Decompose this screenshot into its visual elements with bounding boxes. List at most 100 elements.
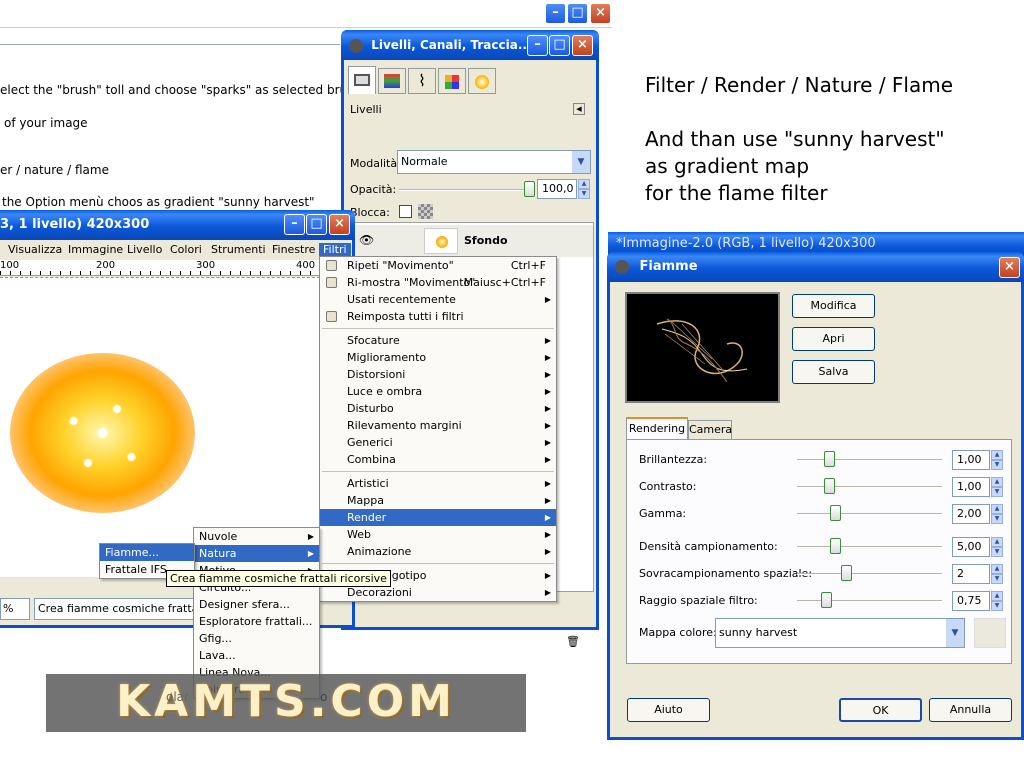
param-spin-buttons[interactable]: ▲ ▼ (991, 504, 1003, 524)
menu-item[interactable]: Ri-mostra "Movimento" Maiusc+Ctrl+F (320, 274, 556, 291)
maximize-icon[interactable]: □ (567, 3, 588, 24)
param-spin-buttons[interactable]: ▲ ▼ (991, 591, 1003, 611)
zoom-select[interactable]: % (0, 598, 30, 620)
menubar-item[interactable]: Colori (170, 243, 202, 256)
layers-close-icon[interactable]: × (572, 35, 593, 56)
opacity-spin-buttons[interactable]: ▲ ▼ (578, 179, 590, 199)
palette-tab-icon[interactable] (438, 68, 466, 94)
menu-item[interactable]: Usati recentemente ▶ (320, 291, 556, 308)
opacity-slider[interactable] (399, 189, 529, 191)
ok-button[interactable]: OK (839, 698, 922, 722)
param-input[interactable]: 2 (952, 564, 990, 584)
eye-icon[interactable]: 👁 (359, 233, 374, 247)
param-slider-thumb[interactable] (821, 592, 832, 608)
param-spin-buttons[interactable]: ▲ ▼ (991, 450, 1003, 470)
param-input[interactable]: 0,75 (952, 591, 990, 611)
flame-close-icon[interactable]: × (999, 257, 1020, 278)
menu-item[interactable]: Designer sfera... (194, 596, 319, 613)
menu-item[interactable]: Render ▶ (320, 509, 556, 526)
param-slider-thumb[interactable] (823, 451, 835, 467)
menu-item[interactable]: Natura ▶ (194, 545, 319, 562)
param-spin-buttons[interactable]: ▲ ▼ (991, 477, 1003, 497)
layer-row[interactable]: 👁 Sfondo (349, 225, 593, 257)
param-slider[interactable] (797, 513, 942, 515)
menu-item[interactable]: Animazione ▶ (320, 543, 556, 560)
save-button[interactable]: Salva (792, 360, 875, 384)
lock-alpha-checkbox[interactable] (399, 205, 412, 218)
menu-item[interactable]: Disturbo ▶ (320, 400, 556, 417)
paths-tab-icon[interactable]: ⌇ (408, 68, 436, 94)
trash-icon[interactable]: 🗑 (566, 635, 588, 655)
menubar-item[interactable]: Livello (127, 243, 162, 256)
brush-tab-icon[interactable] (468, 68, 496, 94)
menu-item[interactable]: Lava... (194, 647, 319, 664)
menu-item[interactable]: Combina ▶ (320, 451, 556, 468)
mode-select-value: Normale (401, 155, 448, 168)
param-label: Contrasto: (639, 480, 697, 493)
menu-item[interactable]: Fiamme... (100, 544, 194, 561)
browser-divider (0, 44, 340, 45)
param-input[interactable]: 1,00 (952, 450, 990, 470)
layers-tab-icon[interactable] (348, 66, 376, 94)
menu-item[interactable]: Rilevamento margini ▶ (320, 417, 556, 434)
tab-rendering[interactable]: Rendering (626, 417, 688, 439)
open-button[interactable]: Apri (792, 327, 875, 351)
menu-item[interactable]: Reimposta tutti i filtri (320, 308, 556, 325)
menu-item[interactable]: Esploratore frattali... (194, 613, 319, 630)
tab-camera[interactable]: Camera (688, 420, 732, 439)
menubar-item[interactable]: Filtri (319, 243, 351, 256)
help-button[interactable]: Aiuto (627, 698, 710, 722)
param-input[interactable]: 1,00 (952, 477, 990, 497)
watermark-logo: KAMTS.COM (116, 676, 456, 727)
menubar-item[interactable]: Finestre (272, 243, 315, 256)
menu-item[interactable]: Distorsioni ▶ (320, 366, 556, 383)
menu-item[interactable]: Ripeti "Movimento" Ctrl+F (320, 257, 556, 274)
param-slider[interactable] (797, 573, 942, 575)
cancel-button[interactable]: Annulla (929, 698, 1012, 722)
mode-select[interactable]: Normale ▼ (397, 150, 591, 174)
param-slider-thumb[interactable] (823, 478, 835, 494)
menu-item[interactable]: Luce e ombra ▶ (320, 383, 556, 400)
menubar-item[interactable]: Immagine (68, 243, 123, 256)
menu-item[interactable]: Generici ▶ (320, 434, 556, 451)
collapse-icon[interactable]: ◀ (573, 103, 585, 115)
menu-item[interactable]: Gfig... (194, 630, 319, 647)
menubar-item[interactable]: Strumenti (211, 243, 266, 256)
param-slider-thumb[interactable] (829, 538, 841, 554)
param-slider[interactable] (797, 459, 942, 461)
param-slider-thumb[interactable] (841, 565, 853, 581)
horizontal-ruler: 100 200 300 400 (0, 260, 320, 276)
menu-item[interactable]: Miglioramento ▶ (320, 349, 556, 366)
image-minimize-icon[interactable]: – (284, 214, 305, 235)
colormap-select[interactable]: sunny harvest ▼ (715, 618, 965, 648)
menu-item-label: Decorazioni (347, 586, 412, 599)
close-icon[interactable]: × (590, 3, 611, 24)
minimize-icon[interactable]: – (545, 3, 566, 24)
submenu-arrow-icon: ▶ (544, 421, 551, 430)
menu-item[interactable]: Sfocature ▶ (320, 332, 556, 349)
menu-item[interactable]: Artistici ▶ (320, 475, 556, 492)
param-slider[interactable] (797, 546, 942, 548)
layers-maximize-icon[interactable]: □ (549, 35, 570, 56)
menu-item[interactable]: Web ▶ (320, 526, 556, 543)
submenu-arrow-icon: ▶ (544, 455, 551, 464)
channels-tab-icon[interactable] (378, 68, 406, 94)
param-slider[interactable] (797, 486, 942, 488)
opacity-input[interactable]: 100,0 (537, 179, 577, 199)
param-slider-thumb[interactable] (829, 505, 841, 521)
edit-button[interactable]: Modifica (792, 294, 875, 318)
image-maximize-icon[interactable]: □ (306, 214, 327, 235)
menu-item[interactable]: Mappa ▶ (320, 492, 556, 509)
image-close-icon[interactable]: × (329, 214, 350, 235)
param-spin-buttons[interactable]: ▲ ▼ (991, 564, 1003, 584)
layers-minimize-icon[interactable]: – (527, 35, 548, 56)
menu-item-label: Artistici (347, 477, 389, 490)
param-slider[interactable] (797, 600, 942, 602)
param-input[interactable]: 5,00 (952, 537, 990, 557)
param-input[interactable]: 2,00 (952, 504, 990, 524)
param-spin-buttons[interactable]: ▲ ▼ (991, 537, 1003, 557)
menu-item[interactable]: Nuvole ▶ (194, 528, 319, 545)
menubar-item[interactable]: Visualizza (8, 243, 62, 256)
opacity-slider-thumb[interactable] (524, 181, 535, 197)
flame-titlebar[interactable]: Fiamme (607, 252, 1024, 282)
